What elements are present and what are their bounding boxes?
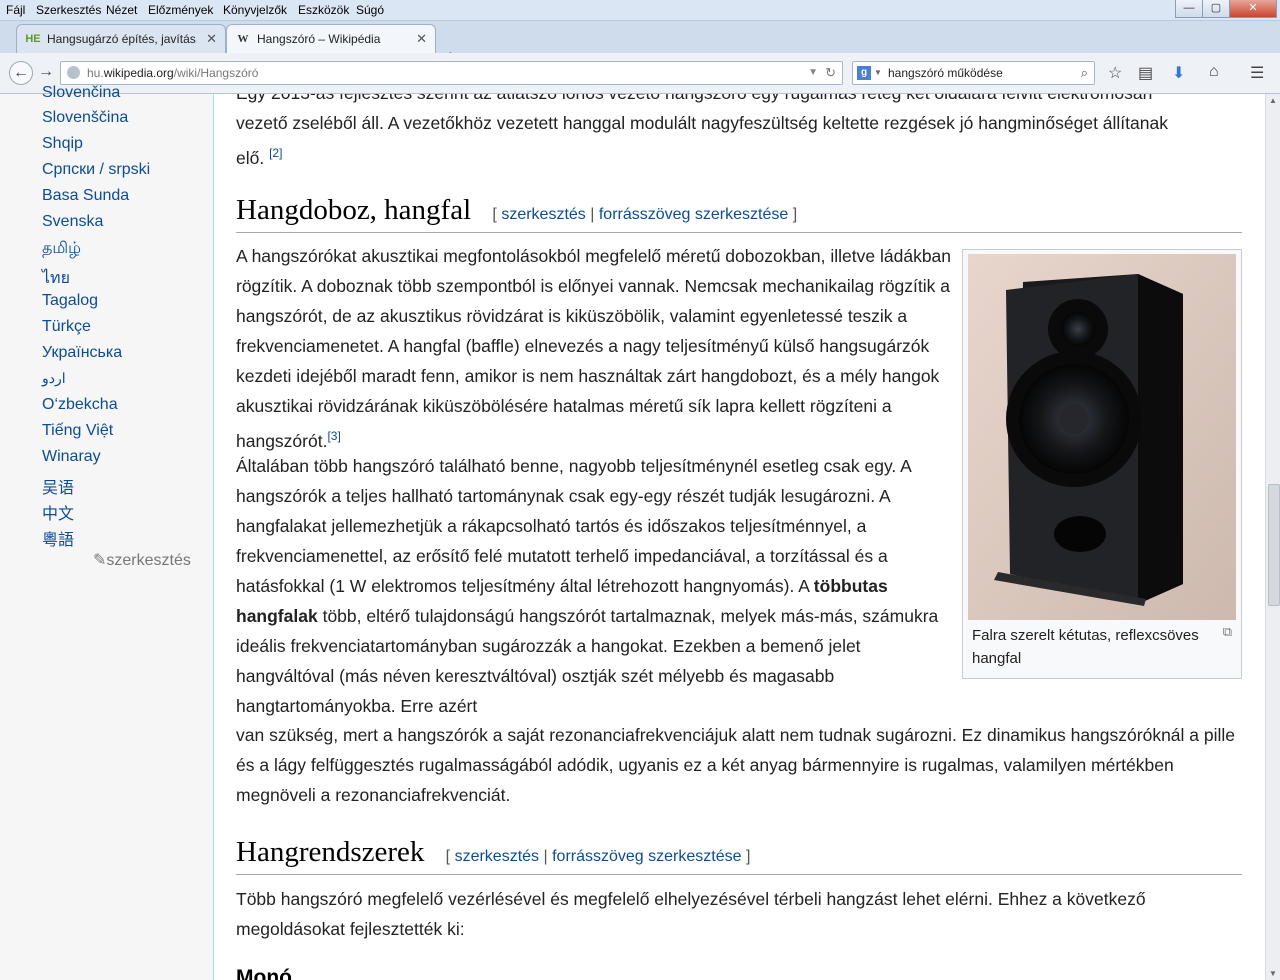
google-search-engine-icon[interactable]: g xyxy=(857,66,871,80)
sidebar: Slovenčina Slovenščina Shqip Српски / sr… xyxy=(0,84,213,980)
tab-hangsugarzo[interactable]: HE Hangsugárzó építés, javítás... ✕ xyxy=(16,24,226,53)
tab-title: Hangsugárzó építés, javítás... xyxy=(47,32,197,46)
bookmark-star-icon[interactable]: ☆ xyxy=(1108,63,1122,83)
menu-edit[interactable]: Szerkesztés xyxy=(36,3,101,17)
scroll-up-icon[interactable]: ▲ xyxy=(1269,96,1277,105)
minimize-button[interactable]: — xyxy=(1175,0,1203,18)
search-bar[interactable]: g ▼ hangszóró működése ⌕ xyxy=(852,61,1095,85)
url-text: hu.wikipedia.org/wiki/Hangszóró xyxy=(87,66,259,80)
lang-link-winaray[interactable]: Winaray xyxy=(42,448,101,466)
bookmarks-list-icon[interactable]: ▤ xyxy=(1138,63,1153,83)
menu-hamburger-icon[interactable]: ☰ xyxy=(1250,63,1264,83)
section-edit-links: [ szerkesztés | forrásszöveg szerkesztés… xyxy=(445,848,751,865)
lang-link-slovenscina[interactable]: Slovenščina xyxy=(42,109,128,127)
edit-source-link[interactable]: forrásszöveg szerkesztése xyxy=(552,848,741,865)
forward-button[interactable]: → xyxy=(38,63,54,81)
lang-link-ukrainian[interactable]: Українська xyxy=(42,344,122,362)
lang-link-shqip[interactable]: Shqip xyxy=(42,135,83,153)
lang-link-svenska[interactable]: Svenska xyxy=(42,213,103,231)
lang-link-urdu[interactable]: اردو xyxy=(42,370,66,387)
lang-link-cantonese[interactable]: 粵語 xyxy=(42,526,74,550)
lang-link-vietnamese[interactable]: Tiếng Việt xyxy=(42,422,113,440)
paragraph-hangfal-3: van szükség, mert a hangszórók a saját r… xyxy=(236,725,1236,805)
thumbnail-caption: Falra szerelt kétutas, reflexcsöves hang… xyxy=(972,627,1199,667)
address-bar[interactable]: hu.wikipedia.org/wiki/Hangszóró ▼ ↻ xyxy=(60,61,843,85)
lang-link-tamil[interactable]: தமிழ் xyxy=(42,239,81,259)
reference-link[interactable]: [3] xyxy=(327,429,340,443)
lang-link-chinese[interactable]: 中文 xyxy=(42,500,74,524)
menu-view[interactable]: Nézet xyxy=(106,3,137,17)
menu-file[interactable]: Fájl xyxy=(6,3,25,17)
search-input[interactable]: hangszóró működése xyxy=(888,62,1003,84)
edit-section-link[interactable]: szerkesztés xyxy=(455,848,539,865)
menu-bar: Fájl Szerkesztés Nézet Előzmények Könyvj… xyxy=(0,0,1280,21)
paragraph-hangfal-2: Általában több hangszóró található benne… xyxy=(236,456,939,716)
reference-link[interactable]: [2] xyxy=(269,146,282,160)
tab-title: Hangszóró – Wikipédia xyxy=(257,32,381,46)
edit-interlanguage-links[interactable]: ✎szerkesztés xyxy=(93,550,191,570)
section-heading-hangrendszerek: Hangrendszerek [ szerkesztés | forrásszö… xyxy=(236,836,1242,875)
scrollbar-thumb[interactable] xyxy=(1268,484,1280,606)
image-thumbnail[interactable]: Falra szerelt kétutas, reflexcsöves hang… xyxy=(962,249,1242,679)
lang-link-turkce[interactable]: Türkçe xyxy=(42,318,91,336)
lang-link-tagalog[interactable]: Tagalog xyxy=(42,292,98,310)
close-tab-icon[interactable]: ✕ xyxy=(416,31,427,47)
back-button[interactable]: ← xyxy=(9,61,33,85)
search-icon[interactable]: ⌕ xyxy=(1081,62,1088,84)
speaker-photo[interactable] xyxy=(968,254,1236,620)
reload-icon[interactable]: ↻ xyxy=(825,62,836,84)
close-window-button[interactable]: ✕ xyxy=(1229,0,1277,18)
paragraph-hangfal-1: A hangszórókat akusztikai megfontolásokb… xyxy=(236,246,952,451)
lang-link-wu[interactable]: 吴语 xyxy=(42,474,74,498)
tab-wikipedia[interactable]: W Hangszóró – Wikipédia ✕ xyxy=(226,24,436,53)
enlarge-icon[interactable]: ⧉ xyxy=(1223,624,1232,640)
section-edit-links: [ szerkesztés | forrásszöveg szerkesztés… xyxy=(492,206,798,223)
downloads-icon[interactable]: ⬇ xyxy=(1172,63,1185,83)
menu-help[interactable]: Súgó xyxy=(356,3,384,17)
tab-bar: HE Hangsugárzó építés, javítás... ✕ W Ha… xyxy=(0,21,1280,67)
lang-link-thai[interactable]: ไทย xyxy=(42,266,70,291)
menu-tools[interactable]: Eszközök xyxy=(298,3,349,17)
pencil-icon: ✎ xyxy=(93,552,107,569)
chevron-down-icon[interactable]: ▼ xyxy=(808,62,818,84)
menu-bookmarks[interactable]: Könyvjelzők xyxy=(223,3,287,17)
paragraph-hangrendszerek: Több hangszóró megfelelő vezérlésével és… xyxy=(236,889,1146,939)
globe-icon xyxy=(67,66,80,79)
subsection-heading-mono: Monó xyxy=(236,966,292,980)
chevron-down-icon[interactable]: ▼ xyxy=(874,62,882,84)
navigation-bar: ← → hu.wikipedia.org/wiki/Hangszóró ▼ ↻ … xyxy=(0,53,1280,94)
vertical-scrollbar[interactable]: ▲ ▼ xyxy=(1265,94,1280,980)
section-heading-hangdoboz: Hangdoboz, hangfal [ szerkesztés | forrá… xyxy=(236,194,1242,233)
scroll-down-icon[interactable]: ▼ xyxy=(1269,969,1277,978)
lang-link-sunda[interactable]: Basa Sunda xyxy=(42,187,129,205)
edit-section-link[interactable]: szerkesztés xyxy=(501,206,585,223)
lang-link-slovencina[interactable]: Slovenčina xyxy=(42,84,120,102)
intro-paragraph: Egy 2013-as fejlesztés szerint az átláts… xyxy=(236,94,1168,168)
home-icon[interactable]: ⌂ xyxy=(1209,63,1219,81)
lang-link-uzbek[interactable]: O‘zbekcha xyxy=(42,396,118,414)
lang-link-srpski[interactable]: Српски / srpski xyxy=(42,161,150,179)
maximize-button[interactable]: ▢ xyxy=(1202,0,1230,18)
close-tab-icon[interactable]: ✕ xyxy=(206,31,217,47)
edit-source-link[interactable]: forrásszöveg szerkesztése xyxy=(599,206,788,223)
menu-history[interactable]: Előzmények xyxy=(148,3,213,17)
wikipedia-favicon-icon: W xyxy=(237,33,249,45)
he-favicon-icon: HE xyxy=(25,33,41,45)
article-content: Egy 2013-as fejlesztés szerint az átláts… xyxy=(213,94,1266,980)
